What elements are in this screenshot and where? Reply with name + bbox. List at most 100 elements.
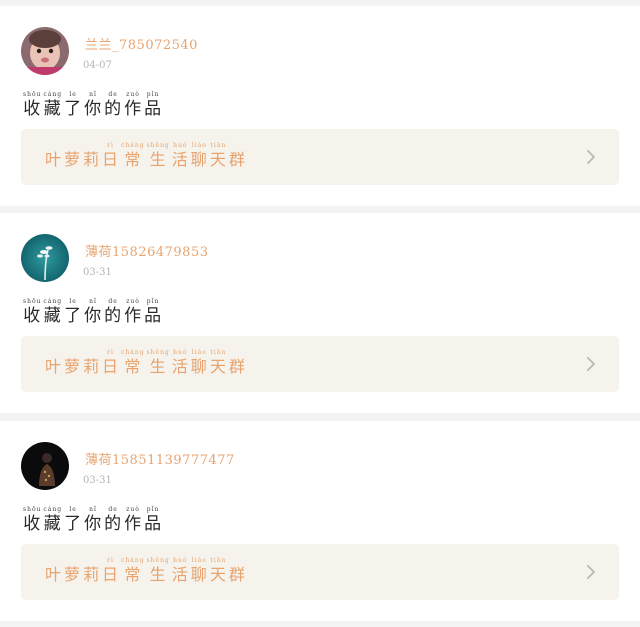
ruby-char: le 了: [64, 507, 82, 533]
ruby-char: liáo 聊: [191, 350, 208, 375]
pinyin-annotation: de: [108, 506, 118, 513]
ruby-char: liáo 聊: [191, 558, 208, 583]
hanzi-character: 活: [171, 150, 189, 169]
ruby-char: le 了: [64, 299, 82, 325]
pinyin-annotation: tiān: [210, 142, 227, 149]
group-name: 叶萝莉 rì 日 cháng 常 shēng 生 huó 活 liáo 聊 tiān 天群: [45, 350, 246, 375]
hanzi-character: 收: [23, 306, 42, 326]
ruby-char: cháng 常: [121, 558, 145, 583]
chevron-right-icon: [587, 565, 595, 579]
ruby-char: 萝: [64, 558, 81, 583]
ruby-char: cháng 常: [121, 350, 145, 375]
pinyin-annotation: zuò: [126, 298, 140, 305]
hanzi-character: 常: [124, 357, 142, 376]
pinyin-annotation: liáo: [191, 142, 207, 149]
group-link[interactable]: 叶萝莉 rì 日 cháng 常 shēng 生 huó 活 liáo 聊 tiān 天群: [21, 336, 619, 392]
ruby-char: 叶: [45, 350, 62, 375]
pinyin-annotation: cáng: [43, 91, 63, 98]
hanzi-character: 藏: [43, 514, 62, 534]
pinyin-annotation: rì: [107, 557, 114, 564]
pinyin-annotation: huó: [173, 557, 188, 564]
hanzi-character: 生: [149, 357, 167, 376]
avatar[interactable]: [21, 234, 69, 282]
group-link[interactable]: 叶萝莉 rì 日 cháng 常 shēng 生 huó 活 liáo 聊 tiān 天群: [21, 544, 619, 600]
ruby-char: 群: [229, 350, 246, 375]
ruby-char: cáng 藏: [43, 299, 62, 325]
pinyin-annotation: le: [69, 298, 77, 305]
ruby-char: zuò 作: [124, 92, 142, 118]
timestamp: 04-07: [83, 60, 112, 71]
ruby-char: 群: [229, 558, 246, 583]
hanzi-character: 叶: [45, 565, 63, 584]
ruby-char: le 了: [64, 92, 82, 118]
timestamp: 03-31: [83, 267, 112, 278]
hanzi-character: 你: [84, 99, 103, 119]
ruby-char: zuò 作: [124, 299, 142, 325]
pinyin-annotation: cáng: [43, 298, 63, 305]
hanzi-character: 萝: [64, 565, 82, 584]
hanzi-character: 藏: [43, 99, 62, 119]
ruby-char: 叶: [45, 143, 62, 168]
action-text: shōu 收 cáng 藏 le 了 nǐ 你 de 的 zuò 作 pǐn 品: [23, 299, 162, 325]
ruby-char: shēng 生: [147, 350, 170, 375]
pinyin-annotation: pǐn: [146, 298, 160, 305]
ruby-char: 莉: [83, 350, 100, 375]
ruby-char: tiān 天: [210, 558, 227, 583]
pinyin-annotation: cháng: [121, 349, 145, 356]
hanzi-character: 作: [124, 306, 143, 326]
ruby-char: shēng 生: [147, 558, 170, 583]
action-text: shōu 收 cáng 藏 le 了 nǐ 你 de 的 zuò 作 pǐn 品: [23, 507, 162, 533]
username[interactable]: 兰兰_785072540: [85, 34, 198, 53]
pinyin-annotation: zuò: [126, 506, 140, 513]
hanzi-character: 群: [228, 357, 246, 376]
ruby-char: nǐ 你: [84, 92, 102, 118]
ruby-char: tiān 天: [210, 350, 227, 375]
notification-feed: 兰兰_785072540 04-07 shōu 收 cáng 藏 le 了 nǐ 你 de 的 zu…: [0, 0, 640, 627]
timestamp: 03-31: [83, 475, 112, 486]
ruby-char: rì 日: [102, 143, 119, 168]
username[interactable]: 薄荷15826479853: [85, 241, 208, 260]
hanzi-character: 生: [149, 565, 167, 584]
ruby-char: tiān 天: [210, 143, 227, 168]
pinyin-annotation: shēng: [146, 557, 170, 564]
pinyin-annotation: shōu: [23, 298, 42, 305]
hanzi-character: 的: [104, 514, 123, 534]
hanzi-character: 天: [209, 565, 227, 584]
ruby-char: 莉: [83, 143, 100, 168]
pinyin-annotation: nǐ: [89, 506, 97, 513]
hanzi-character: 日: [102, 565, 120, 584]
username[interactable]: 薄荷15851139777477: [85, 449, 235, 468]
ruby-char: liáo 聊: [191, 143, 208, 168]
avatar[interactable]: [21, 27, 69, 75]
hanzi-character: 了: [64, 514, 83, 534]
hanzi-character: 了: [64, 306, 83, 326]
avatar[interactable]: [21, 442, 69, 490]
group-link[interactable]: 叶萝莉 rì 日 cháng 常 shēng 生 huó 活 liáo 聊 tiān 天群: [21, 129, 619, 185]
hanzi-character: 常: [124, 150, 142, 169]
ruby-char: cháng 常: [121, 143, 145, 168]
hanzi-character: 收: [23, 99, 42, 119]
hanzi-character: 日: [102, 357, 120, 376]
hanzi-character: 品: [144, 514, 163, 534]
hanzi-character: 天: [209, 357, 227, 376]
pinyin-annotation: de: [108, 298, 118, 305]
hanzi-character: 收: [23, 514, 42, 534]
hanzi-character: 萝: [64, 150, 82, 169]
pinyin-annotation: de: [108, 91, 118, 98]
ruby-char: 莉: [83, 558, 100, 583]
pinyin-annotation: cháng: [121, 557, 145, 564]
group-name: 叶萝莉 rì 日 cháng 常 shēng 生 huó 活 liáo 聊 tiān 天群: [45, 143, 246, 168]
ruby-char: 群: [229, 143, 246, 168]
pinyin-annotation: le: [69, 506, 77, 513]
ruby-char: rì 日: [102, 558, 119, 583]
hanzi-character: 生: [149, 150, 167, 169]
pinyin-annotation: tiān: [210, 557, 227, 564]
hanzi-character: 藏: [43, 306, 62, 326]
pinyin-annotation: liáo: [191, 557, 207, 564]
ruby-char: nǐ 你: [84, 507, 102, 533]
hanzi-character: 活: [171, 357, 189, 376]
ruby-char: 叶: [45, 558, 62, 583]
hanzi-character: 你: [84, 514, 103, 534]
pinyin-annotation: huó: [173, 349, 188, 356]
pinyin-annotation: cáng: [43, 506, 63, 513]
